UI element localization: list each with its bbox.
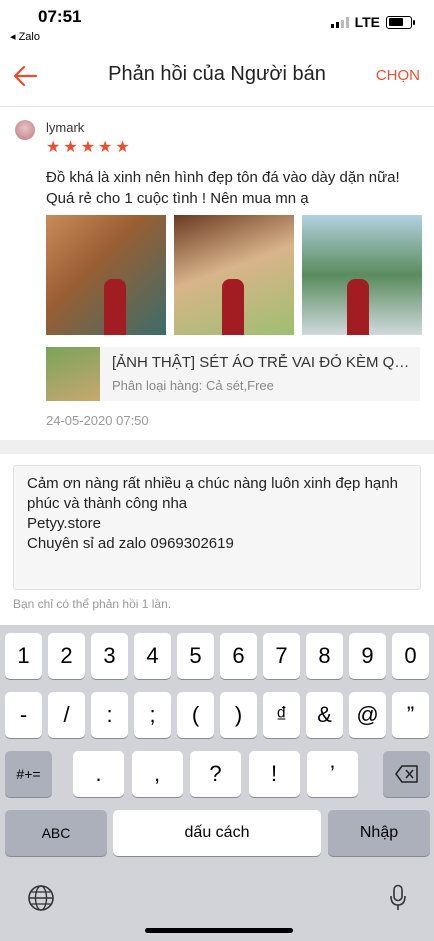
star-icon: ★ <box>98 139 113 156</box>
reply-hint: Bạn chỉ có thể phản hồi 1 lần. <box>13 597 172 611</box>
network-label: LTE <box>354 14 380 30</box>
home-indicator <box>145 928 293 933</box>
key-2[interactable]: 2 <box>48 633 85 679</box>
battery-icon <box>386 15 415 29</box>
key-punctuation[interactable]: ! <box>248 751 300 797</box>
status-time: 07:51 <box>38 7 82 26</box>
key-punctuation[interactable]: ’ <box>307 751 358 797</box>
review-date: 24-05-2020 07:50 <box>46 413 149 428</box>
space-key[interactable]: dấu cách <box>113 810 321 856</box>
backspace-key[interactable] <box>383 751 430 797</box>
status-bar: 07:51 ◂ Zalo LTE <box>0 0 434 46</box>
key-symbol[interactable]: - <box>5 692 42 738</box>
key-symbol[interactable]: & <box>306 692 343 738</box>
product-variation: Phân loại hàng: Cả sét,Free <box>112 378 274 393</box>
reply-textarea[interactable]: Cảm ơn nàng rất nhiều ạ chúc nàng luôn x… <box>13 465 421 590</box>
page-title: Phản hồi của Người bán <box>108 63 326 85</box>
key-9[interactable]: 9 <box>349 633 386 679</box>
key-symbol[interactable]: ” <box>392 692 429 738</box>
key-punctuation[interactable]: , <box>131 751 183 797</box>
status-indicators: LTE <box>330 14 415 30</box>
photo-figure <box>347 279 369 335</box>
product-thumbnail <box>46 347 100 401</box>
review-photo[interactable] <box>46 215 166 335</box>
symbols-key[interactable]: #+= <box>5 751 52 797</box>
key-7[interactable]: 7 <box>263 633 300 679</box>
key-symbol[interactable]: ; <box>134 692 171 738</box>
key-6[interactable]: 6 <box>220 633 257 679</box>
key-1[interactable]: 1 <box>5 633 42 679</box>
section-divider <box>0 440 434 454</box>
signal-icon <box>330 16 349 28</box>
reviewer-username: lymark <box>46 120 85 135</box>
key-symbol[interactable]: / <box>48 692 85 738</box>
key-3[interactable]: 3 <box>91 633 128 679</box>
star-icon: ★ <box>63 139 78 156</box>
review-photo[interactable] <box>174 215 294 335</box>
review-photo[interactable] <box>302 215 422 335</box>
key-5[interactable]: 5 <box>177 633 214 679</box>
key-symbol[interactable]: @ <box>349 692 386 738</box>
abc-key[interactable]: ABC <box>5 810 107 856</box>
photo-figure <box>222 279 244 335</box>
choose-button[interactable]: CHỌN <box>376 67 420 84</box>
key-4[interactable]: 4 <box>134 633 171 679</box>
navigation-bar: Phản hồi của Người bán CHỌN <box>0 46 434 107</box>
key-8[interactable]: 8 <box>306 633 343 679</box>
key-symbol[interactable]: ) <box>220 692 257 738</box>
star-icon: ★ <box>115 139 130 156</box>
key-symbol[interactable]: ₫ <box>263 692 300 738</box>
return-key[interactable]: Nhập <box>328 810 430 856</box>
photo-figure <box>104 279 126 335</box>
backspace-icon <box>394 765 418 783</box>
globe-icon[interactable] <box>27 884 55 912</box>
key-0[interactable]: 0 <box>392 633 429 679</box>
review-photos <box>46 215 422 335</box>
back-to-app-link[interactable]: ◂ Zalo <box>10 30 40 43</box>
review-card: lymark ★ ★ ★ ★ ★ Đồ khá là xinh nên hình… <box>0 107 434 440</box>
rating-stars: ★ ★ ★ ★ ★ <box>46 139 130 157</box>
star-icon: ★ <box>46 139 61 156</box>
review-text: Đồ khá là xinh nên hình đẹp tôn đá vào d… <box>46 169 400 207</box>
key-symbol[interactable]: : <box>91 692 128 738</box>
key-symbol[interactable]: ( <box>177 692 214 738</box>
product-name: [ẢNH THẬT] SÉT ÁO TRỄ VAI ĐỎ KÈM QU... <box>112 354 412 371</box>
star-icon: ★ <box>80 139 96 156</box>
key-punctuation[interactable]: . <box>73 751 124 797</box>
product-card[interactable]: [ẢNH THẬT] SÉT ÁO TRỄ VAI ĐỎ KÈM QU... P… <box>46 347 420 401</box>
key-punctuation[interactable]: ? <box>190 751 241 797</box>
microphone-icon[interactable] <box>389 884 407 912</box>
avatar <box>15 120 35 140</box>
